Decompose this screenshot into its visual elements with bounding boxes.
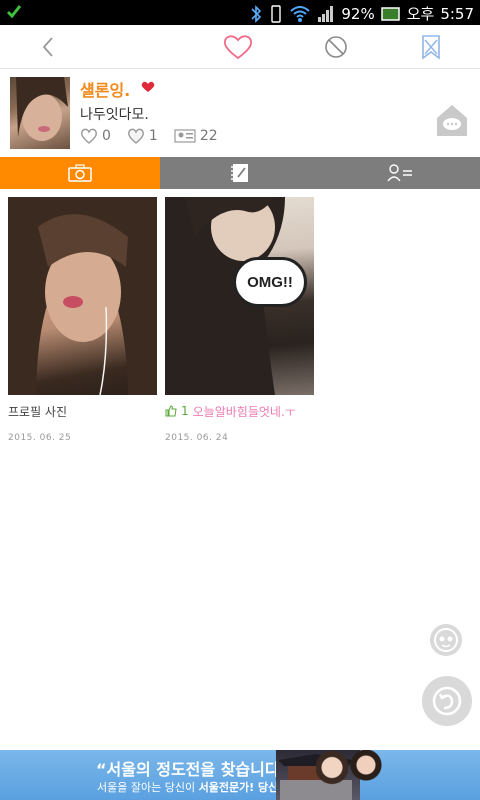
omg-speech-bubble: OMG!! (233, 257, 307, 307)
ad-title: “서울의 정도전을 찾습니다!” (96, 760, 298, 779)
clock-ampm: 오후 (406, 5, 435, 23)
bluetooth-icon (251, 4, 262, 23)
visitor-count-value: 22 (199, 128, 218, 144)
wifi-icon (290, 5, 311, 22)
visitor-icon (174, 129, 196, 143)
system-tray: 92% 오후 5:57 (249, 3, 474, 24)
post-card[interactable]: 프로필 사진 2015. 06. 25 (8, 197, 157, 443)
post-date: 2015. 06. 24 (165, 433, 229, 443)
status-bar: 92% 오후 5:57 (0, 0, 480, 25)
avatar[interactable] (10, 77, 70, 149)
ad-model-image (350, 750, 382, 800)
post-photo[interactable]: OMG!! (165, 197, 314, 395)
post-caption-text: 오늘알바힘들엇네.ㅜ (192, 404, 296, 419)
block-button[interactable] (320, 31, 352, 63)
x-ribbon-icon (422, 35, 440, 60)
battery-icon (380, 6, 400, 21)
top-toolbar (0, 25, 480, 69)
like-count-value: 1 (148, 128, 158, 144)
heart-filled-icon (141, 81, 155, 92)
back-button[interactable] (32, 31, 64, 63)
check-icon (6, 5, 22, 19)
heart-count[interactable]: 0 (80, 128, 111, 144)
battery-percent: 92% (341, 4, 375, 23)
like-count-icon (127, 128, 144, 144)
chevron-left-icon (42, 37, 53, 57)
signal-icon (318, 5, 334, 22)
clock-time: 5:57 (440, 4, 474, 23)
profile-counts: 0 1 22 (80, 128, 218, 144)
report-button[interactable] (415, 31, 447, 63)
status-message: 나두잇다모. (80, 107, 149, 123)
heart-outline-icon (223, 35, 253, 60)
return-arrow-icon (432, 686, 462, 716)
diary-icon (231, 164, 248, 182)
heart-count-icon (81, 128, 97, 144)
post-card[interactable]: OMG!! 1 오늘알바힘들엇네.ㅜ 2015. 06. 24 (165, 197, 314, 443)
avatar-face-image (16, 77, 68, 141)
post-like-count: 1 (181, 404, 189, 418)
minihome-button[interactable] (434, 102, 470, 138)
post-date: 2015. 06. 25 (8, 433, 72, 443)
profile-list-icon (387, 164, 412, 182)
tab-diary[interactable] (160, 157, 320, 189)
tab-profile-info[interactable] (320, 157, 480, 189)
post-caption: 프로필 사진 (8, 403, 157, 419)
return-button[interactable] (422, 676, 472, 726)
content-tabs (0, 157, 480, 189)
ad-model-image (316, 750, 348, 800)
photo-grid: 프로필 사진 2015. 06. 25 OMG!! 1 오늘알바힘들엇네.ㅜ 2… (8, 197, 314, 443)
like-button[interactable] (222, 31, 254, 63)
profile-name: 섈론잉. (80, 81, 131, 100)
post-caption-text: 프로필 사진 (8, 404, 68, 419)
ad-subtitle-prefix: 서울을 잘아는 당신이 (97, 781, 199, 794)
emoticon-button[interactable] (430, 624, 462, 656)
post-photo[interactable] (8, 197, 157, 395)
thumbs-up-icon (165, 405, 177, 417)
selfie-image (8, 197, 157, 395)
camera-icon (68, 164, 92, 182)
visitor-count[interactable]: 22 (174, 128, 218, 144)
block-icon (325, 36, 347, 58)
vibrate-icon (271, 4, 282, 23)
profile-header: 섈론잉. 나두잇다모. 0 1 22 (0, 70, 480, 156)
heart-count-value: 0 (102, 128, 111, 144)
tab-photos[interactable] (0, 157, 160, 189)
face-icon (434, 628, 458, 652)
like-count[interactable]: 1 (127, 128, 158, 144)
post-caption: 1 오늘알바힘들엇네.ㅜ (165, 403, 314, 419)
ad-banner[interactable]: “서울의 정도전을 찾습니다!” 서울을 잘아는 당신이 서울전문가! 당신과 … (0, 750, 480, 800)
home-chat-icon (437, 105, 467, 136)
